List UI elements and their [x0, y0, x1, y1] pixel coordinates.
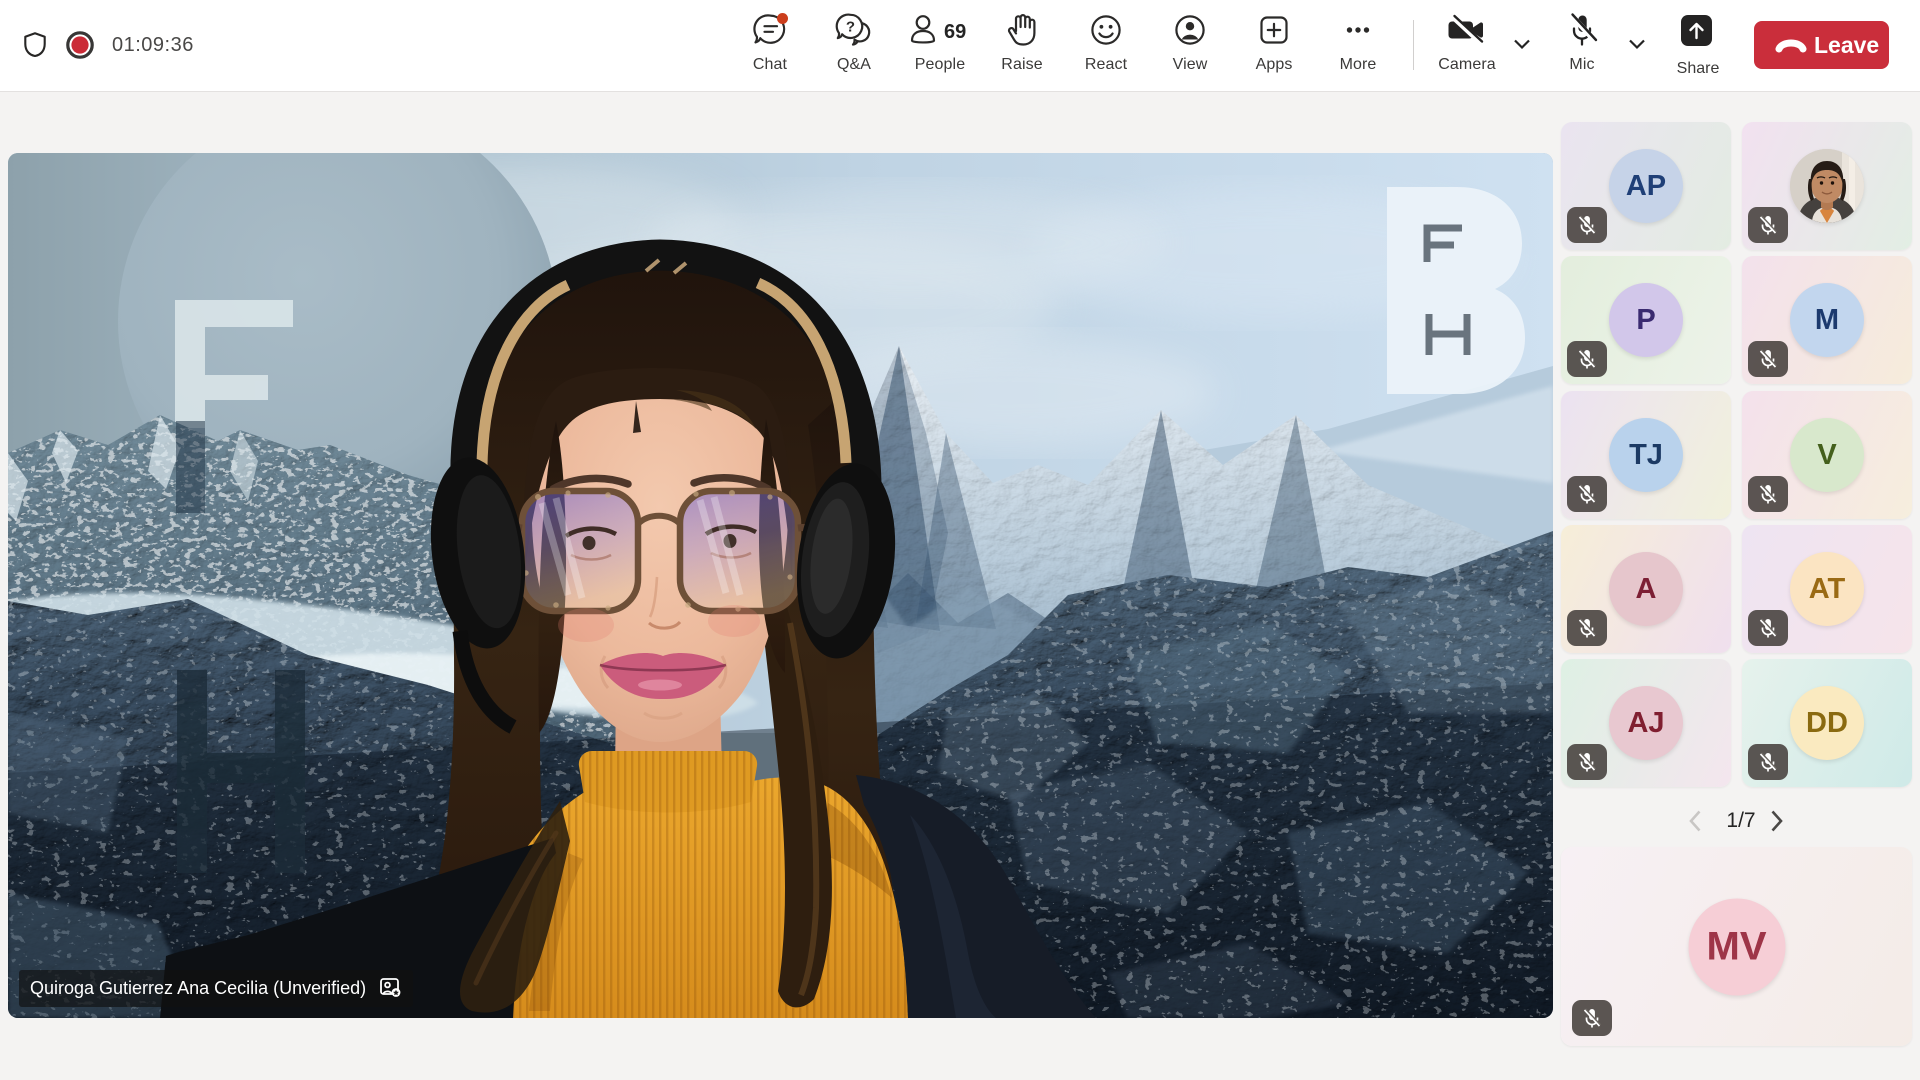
svg-text:?: ?	[846, 19, 855, 36]
